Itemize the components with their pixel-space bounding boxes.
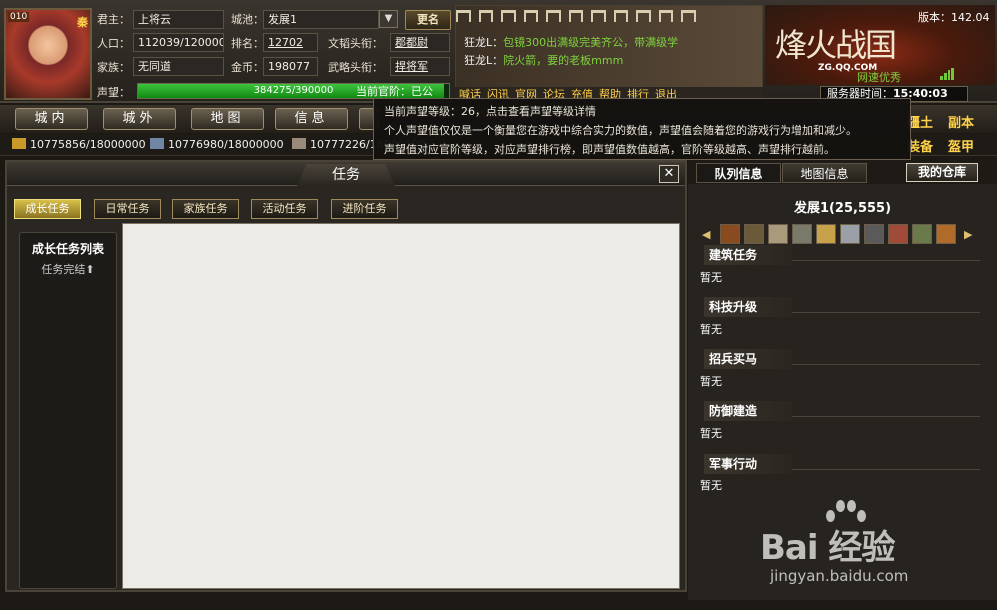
- tooltip-line-3: 声望值对应官阶等级，对应声望排行榜，即声望值数值越高，官阶等级越高、声望排行越前…: [384, 143, 835, 156]
- military-title-value[interactable]: 捍将军: [390, 57, 450, 76]
- queue-icon-10[interactable]: [936, 224, 956, 244]
- task-panel: 任务 ✕ 成长任务 日常任务 家族任务 活动任务 进阶任务 成长任务列表 任务完…: [5, 160, 687, 592]
- task-content-area: [122, 223, 680, 589]
- section-divider: [792, 364, 980, 365]
- food-icon: [12, 138, 26, 149]
- civil-title-label: 文韬头衔：: [328, 37, 383, 50]
- queue-icon-6[interactable]: [840, 224, 860, 244]
- game-window: 010 秦 君主： 上将云 城池： 发展1 ▼ 更名 人口： 112039/12…: [0, 0, 997, 610]
- queue-icon-8[interactable]: [888, 224, 908, 244]
- version-label: 版本：142.04: [918, 11, 990, 24]
- nav-city-inside[interactable]: 城内: [15, 108, 88, 130]
- military-title-label: 武略头衔：: [328, 61, 383, 74]
- section-recruit: 招兵买马: [704, 349, 792, 369]
- civil-title-value[interactable]: 郡都尉: [390, 33, 450, 52]
- avatar-name-char: 秦: [77, 16, 88, 29]
- wood-icon: [150, 138, 164, 149]
- section-divider: [792, 416, 980, 417]
- nav-armor[interactable]: 盔甲: [948, 136, 974, 155]
- lord-name: 上将云: [133, 10, 224, 29]
- resource-wood: 10776980/18000000: [150, 137, 284, 153]
- queue-icon-row: ◀ ▶: [702, 224, 982, 246]
- queue-icon-5[interactable]: [816, 224, 836, 244]
- section-tech: 科技升级: [704, 297, 792, 317]
- nav-map[interactable]: 地图: [191, 108, 264, 130]
- reputation-tooltip: 当前声望等级：26，点击查看声望等级详情 个人声望值仅仅是一个衡量您在游戏中综合…: [373, 98, 911, 160]
- section-defense: 防御建造: [704, 401, 792, 421]
- warehouse-button[interactable]: 我的仓库: [906, 163, 978, 182]
- section-recruit-value: 暂无: [700, 375, 722, 388]
- tab-event-tasks[interactable]: 活动任务: [251, 199, 318, 219]
- city-label: 城池：: [231, 13, 264, 26]
- queue-icon-1[interactable]: [720, 224, 740, 244]
- family-value: 无同道: [133, 57, 224, 76]
- task-panel-title: 任务: [297, 164, 395, 186]
- lord-label: 君主：: [97, 13, 130, 26]
- nav-info[interactable]: 信息: [275, 108, 348, 130]
- gold-value: 198077: [263, 57, 318, 76]
- city-dropdown-icon[interactable]: ▼: [379, 10, 398, 28]
- tooltip-line-2: 个人声望值仅仅是一个衡量您在游戏中综合实力的数值，声望值会随着您的游戏行为增加和…: [384, 124, 857, 137]
- tab-daily-tasks[interactable]: 日常任务: [94, 199, 161, 219]
- watermark-url: jingyan.baidu.com: [770, 567, 909, 585]
- queue-icon-3[interactable]: [768, 224, 788, 244]
- reputation-label: 声望：: [97, 86, 130, 99]
- avatar-level: 010: [8, 12, 30, 22]
- top-bar: 010 秦 君主： 上将云 城池： 发展1 ▼ 更名 人口： 112039/12…: [0, 0, 997, 103]
- tab-growth-tasks[interactable]: 成长任务: [14, 199, 81, 219]
- rename-button[interactable]: 更名: [405, 10, 451, 30]
- info-tabs: 队列信息 地图信息 我的仓库: [688, 160, 997, 184]
- section-divider: [792, 469, 980, 470]
- population-value: 112039/120000: [133, 33, 224, 52]
- lord-avatar[interactable]: 010 秦: [4, 8, 92, 100]
- city-select[interactable]: 发展1: [263, 10, 379, 29]
- queue-icon-4[interactable]: [792, 224, 812, 244]
- queue-icon-7[interactable]: [864, 224, 884, 244]
- family-label: 家族：: [97, 61, 130, 74]
- task-completed-toggle[interactable]: 任务完结⬆: [20, 261, 116, 277]
- tab-map-info[interactable]: 地图信息: [782, 163, 867, 183]
- task-list-title: 成长任务列表: [31, 242, 104, 256]
- gold-label: 金币：: [231, 61, 264, 74]
- task-panel-header: 任务 ✕: [7, 162, 685, 186]
- section-defense-value: 暂无: [700, 427, 722, 440]
- arrow-right-icon[interactable]: ▶: [964, 228, 972, 241]
- tooltip-line-1: 当前声望等级：26，点击查看声望等级详情: [384, 105, 596, 118]
- task-list: 成长任务列表 任务完结⬆: [19, 232, 117, 589]
- nav-city-outside[interactable]: 城外: [103, 108, 176, 130]
- section-divider: [792, 260, 980, 261]
- rank-value[interactable]: 12702: [263, 33, 318, 52]
- population-label: 人口：: [97, 37, 130, 50]
- section-military-value: 暂无: [700, 479, 722, 492]
- city-name-coords: 发展1(25,555): [793, 201, 892, 216]
- decoration-towers: [456, 10, 697, 24]
- stone-icon: [292, 138, 306, 149]
- section-tech-value: 暂无: [700, 323, 722, 336]
- arrow-left-icon[interactable]: ◀: [702, 228, 710, 241]
- news-panel: 狂龙L：包镜300出满级完美齐公，带满级学 狂龙L：院火箭，要的老板mmm: [455, 5, 763, 97]
- signal-icon: [940, 68, 954, 80]
- section-building-value: 暂无: [700, 271, 722, 284]
- current-rank-text: 当前官阶：已公: [356, 85, 433, 98]
- rank-label: 排名：: [231, 37, 264, 50]
- resource-food: 10775856/18000000: [12, 137, 146, 153]
- tab-advance-tasks[interactable]: 进阶任务: [331, 199, 398, 219]
- close-icon[interactable]: ✕: [659, 165, 679, 183]
- section-divider: [792, 312, 980, 313]
- queue-icon-2[interactable]: [744, 224, 764, 244]
- tab-queue-info[interactable]: 队列信息: [696, 163, 781, 183]
- watermark-text: Bai 经验: [760, 528, 895, 568]
- section-building: 建筑任务: [704, 245, 792, 265]
- news-item-1[interactable]: 狂龙L：包镜300出满级完美齐公，带满级学: [464, 34, 678, 50]
- game-logo-text: 烽火战国: [775, 26, 897, 64]
- network-status: 网速优秀: [857, 71, 901, 84]
- queue-icon-9[interactable]: [912, 224, 932, 244]
- watermark: Bai 经验 jingyan.baidu.com: [760, 500, 990, 600]
- tab-family-tasks[interactable]: 家族任务: [172, 199, 239, 219]
- nav-dungeon[interactable]: 副本: [948, 112, 974, 131]
- section-military: 军事行动: [704, 454, 792, 474]
- news-item-2[interactable]: 狂龙L：院火箭，要的老板mmm: [464, 52, 623, 68]
